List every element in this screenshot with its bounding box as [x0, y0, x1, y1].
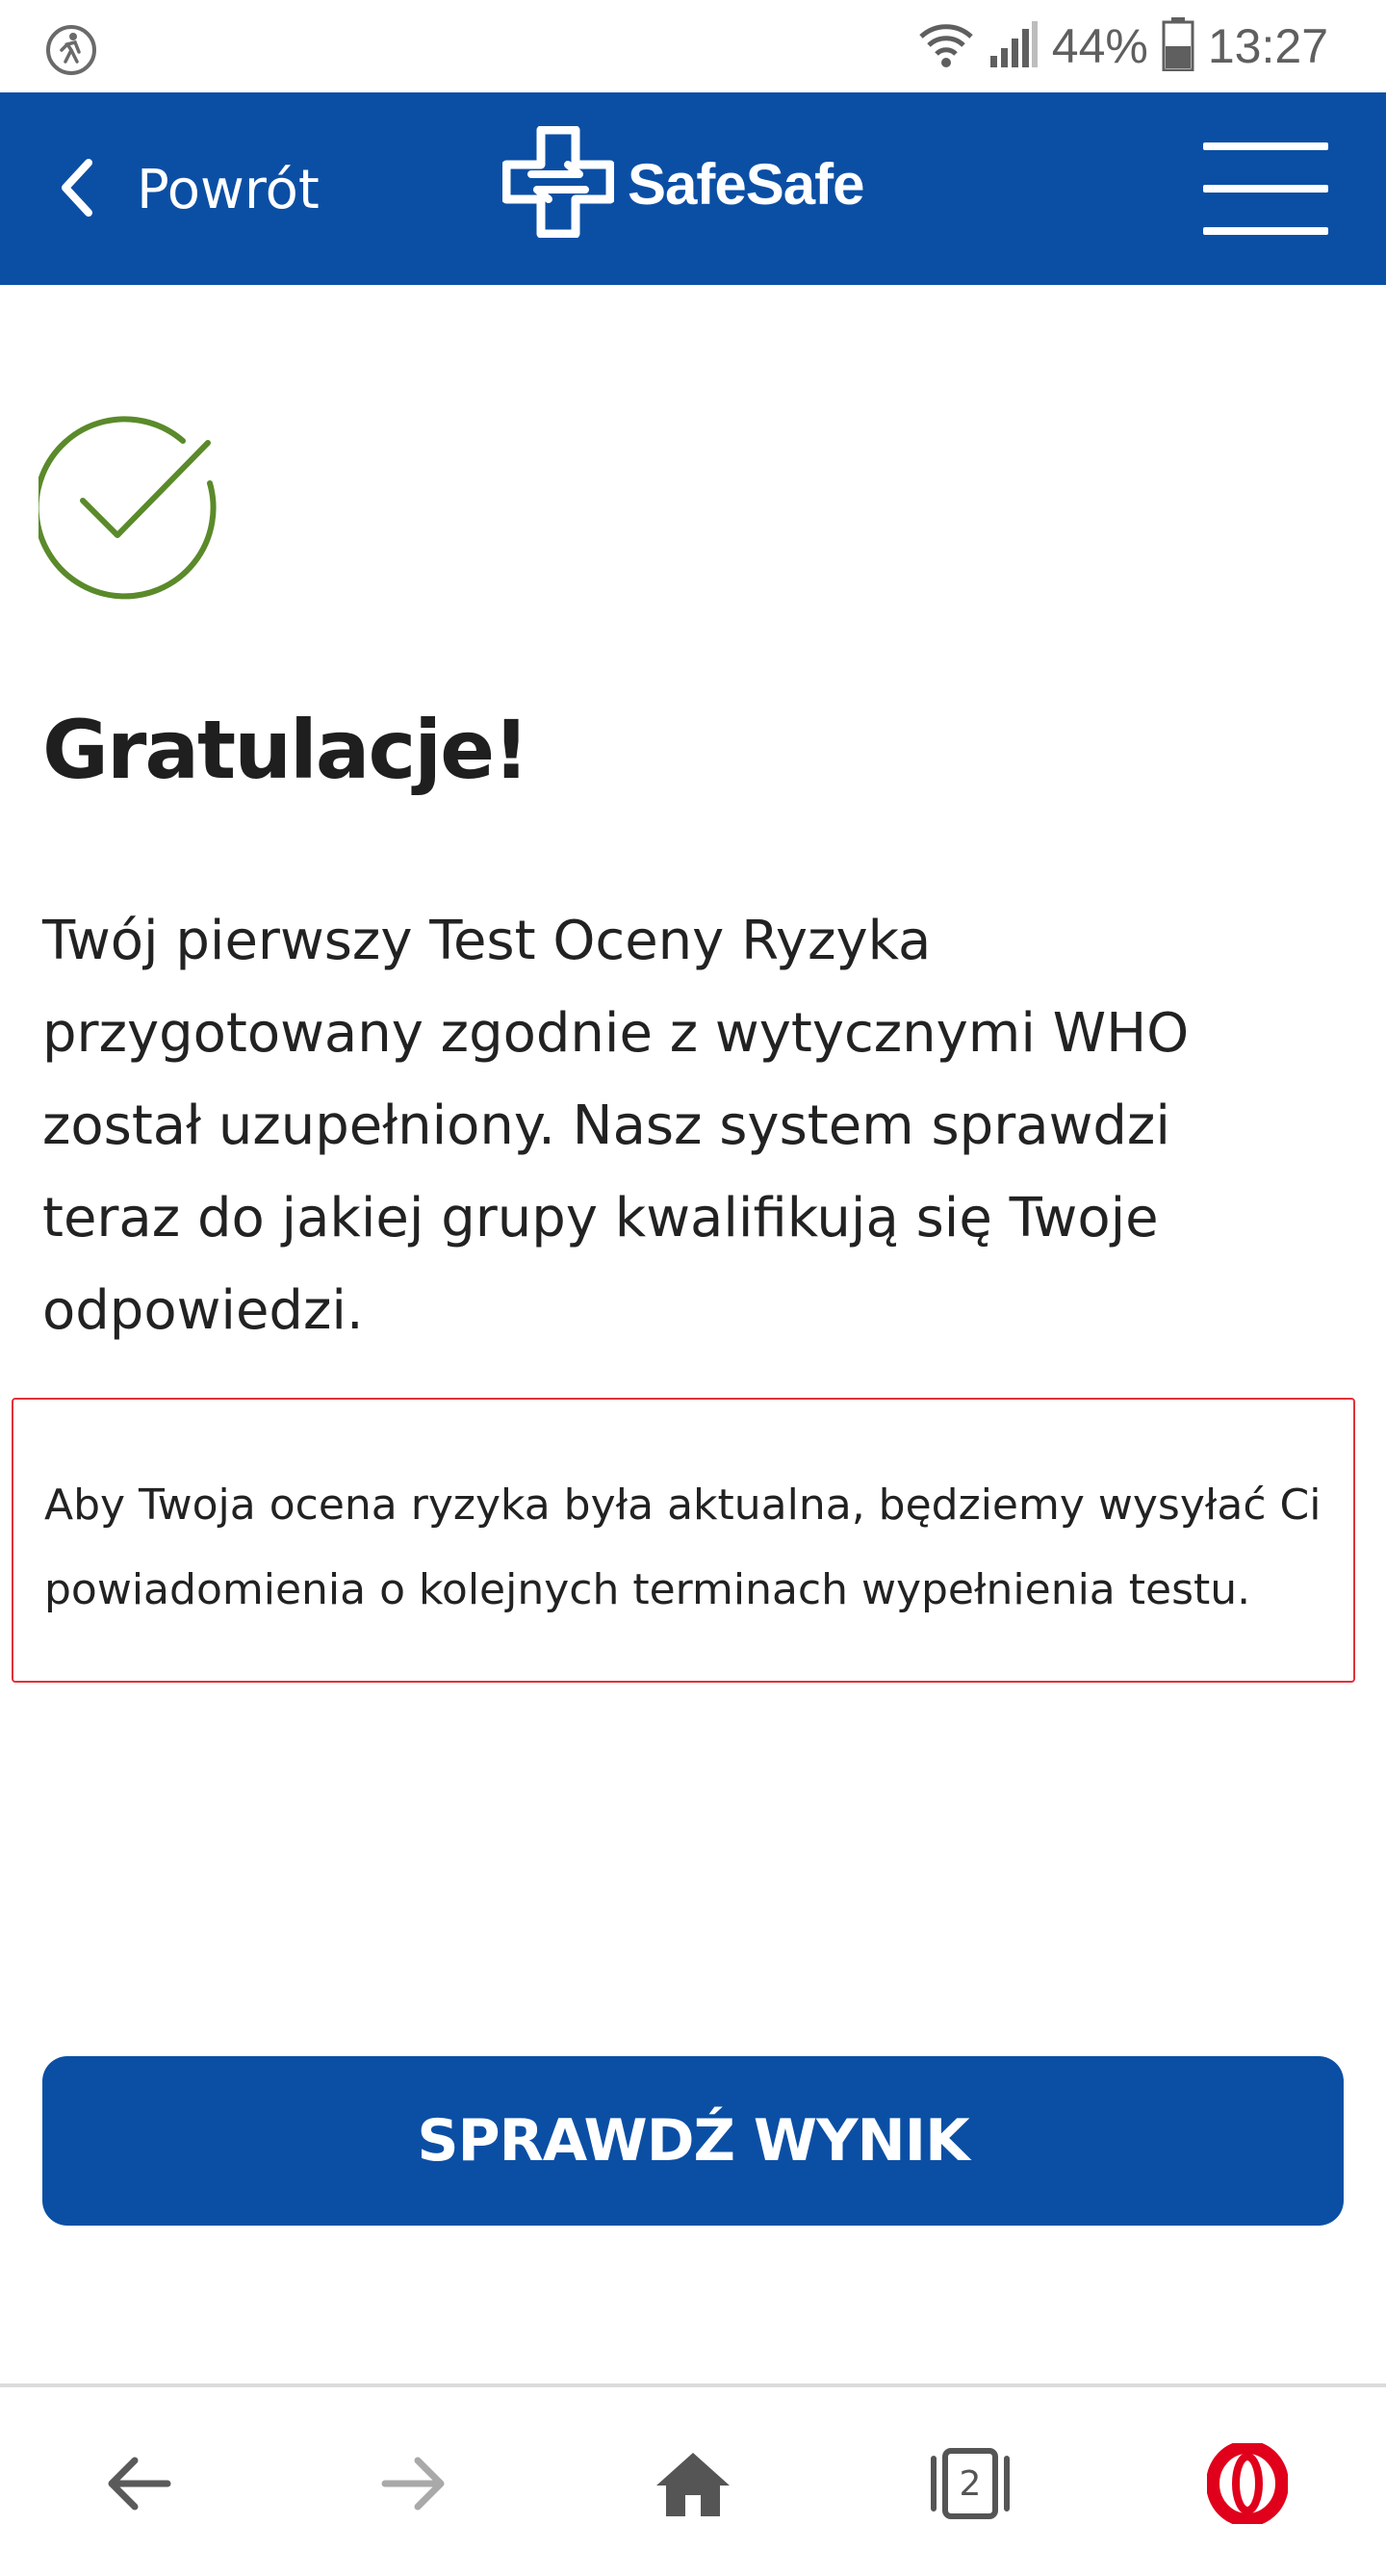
hamburger-menu-button[interactable] — [1203, 142, 1328, 235]
app-logo: SafeSafe — [501, 121, 864, 246]
home-icon — [654, 2449, 732, 2523]
success-check-icon — [33, 414, 231, 606]
opera-logo-icon — [1206, 2439, 1289, 2529]
browser-bottom-bar: 2 — [0, 2383, 1386, 2576]
description-line: został uzupełniony. Nasz system sprawdzi — [42, 1095, 1170, 1157]
description-line: przygotowany zgodnie z wytycznymi WHO — [42, 1002, 1190, 1065]
battery-percent: 44% — [1051, 19, 1148, 73]
description-line: teraz do jakiej grupy kwalifikują się Tw… — [42, 1187, 1159, 1249]
app-name: SafeSafe — [628, 151, 864, 217]
arrow-left-icon — [104, 2455, 173, 2517]
browser-forward-button[interactable] — [366, 2437, 462, 2534]
status-bar: 44% 13:27 — [0, 0, 1386, 92]
tab-count: 2 — [960, 2464, 982, 2504]
browser-back-button[interactable] — [90, 2437, 187, 2534]
opera-menu-button[interactable] — [1199, 2437, 1296, 2534]
page-title: Gratulacje! — [42, 703, 529, 797]
result-description: Twój pierwszy Test Oceny Ryzyka przygoto… — [42, 895, 1332, 1357]
menu-bar-icon — [1203, 142, 1328, 150]
browser-tabs-button[interactable]: 2 — [922, 2437, 1018, 2534]
notification-info-text: Aby Twoja ocena ryzyka była aktualna, bę… — [44, 1463, 1353, 1633]
signal-icon — [988, 19, 1039, 74]
menu-bar-icon — [1203, 227, 1328, 235]
check-result-button[interactable]: SPRAWDŹ WYNIK — [42, 2056, 1344, 2226]
tabs-icon: 2 — [924, 2445, 1016, 2527]
battery-icon — [1162, 16, 1194, 76]
notice-line: powiadomienia o kolejnych terminach wype… — [44, 1565, 1251, 1614]
notification-info-box: Aby Twoja ocena ryzyka była aktualna, bę… — [12, 1398, 1355, 1683]
chevron-left-icon — [58, 157, 96, 223]
wifi-icon — [917, 19, 975, 74]
back-button[interactable]: Powrót — [58, 146, 320, 233]
notice-line: Aby Twoja ocena ryzyka była aktualna, bę… — [44, 1481, 1322, 1530]
description-line: Twój pierwszy Test Oceny Ryzyka — [42, 910, 932, 972]
app-header: Powrót SafeSafe — [0, 92, 1386, 285]
clock: 13:27 — [1207, 19, 1328, 73]
arrow-right-icon — [379, 2455, 449, 2517]
accessibility-icon — [42, 21, 100, 79]
back-label: Powrót — [137, 158, 320, 221]
browser-home-button[interactable] — [645, 2437, 741, 2534]
description-line: odpowiedzi. — [42, 1279, 364, 1342]
safesafe-cross-icon — [501, 125, 615, 243]
menu-bar-icon — [1203, 185, 1328, 193]
